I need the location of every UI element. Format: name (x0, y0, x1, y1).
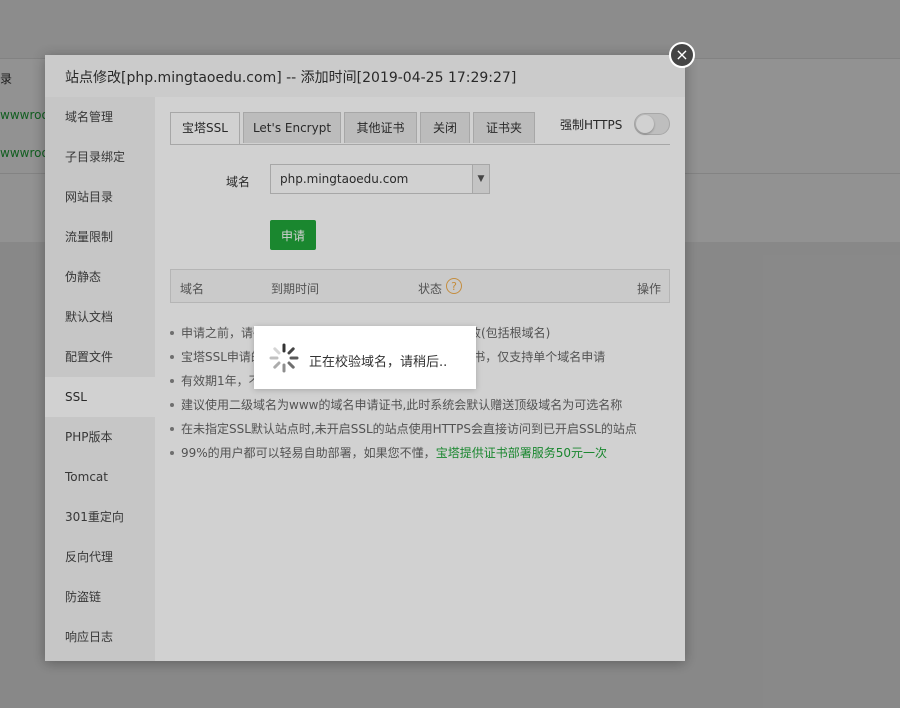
loading-spinner-icon (269, 343, 299, 373)
modal-close-button[interactable]: × (669, 42, 695, 68)
loading-dialog: 正在校验域名，请稍后.. (254, 326, 476, 389)
loading-text: 正在校验域名，请稍后.. (309, 355, 448, 370)
